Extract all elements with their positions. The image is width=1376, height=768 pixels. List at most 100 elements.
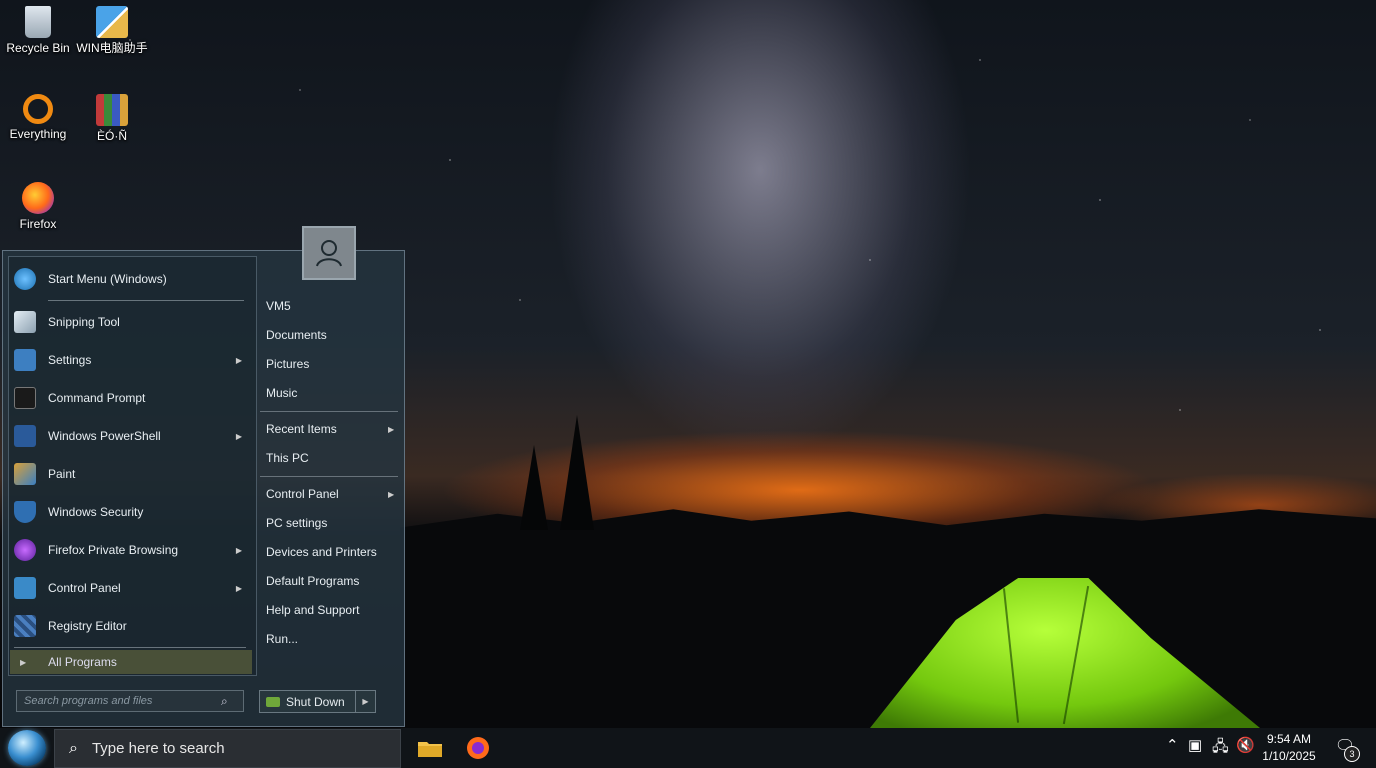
search-icon: ⌕ xyxy=(69,739,78,757)
firefox-icon xyxy=(467,737,489,759)
start-item-control-panel[interactable]: Control Panel ▶ xyxy=(14,574,246,602)
start-item-label: Settings xyxy=(48,353,92,367)
wallpaper-mountains xyxy=(400,509,1376,730)
firefox-private-icon xyxy=(14,539,36,561)
start-item-settings[interactable]: Settings ▶ xyxy=(14,346,246,374)
start-item-label: Snipping Tool xyxy=(48,315,120,329)
desktop-icon-label: Everything xyxy=(9,127,67,141)
clock-time: 9:54 AM xyxy=(1266,732,1312,746)
start-item-label: Firefox Private Browsing xyxy=(48,543,179,557)
start-item-label: Control Panel xyxy=(48,581,121,595)
taskbar-app-file-explorer[interactable] xyxy=(416,734,444,762)
start-item-registry-editor[interactable]: Registry Editor xyxy=(14,612,246,640)
shutdown-control: Shut Down ▶ xyxy=(259,690,376,713)
start-item-snipping-tool[interactable]: Snipping Tool xyxy=(14,308,246,336)
right-item-default-programs[interactable]: Default Programs xyxy=(266,574,359,588)
start-item-label: Paint xyxy=(48,467,76,481)
folder-icon xyxy=(418,742,442,757)
shutdown-button[interactable]: Shut Down xyxy=(260,691,356,712)
desktop-icon-recycle-bin[interactable]: Recycle Bin xyxy=(0,6,76,56)
start-menu-divider xyxy=(14,647,246,648)
desktop-icon-label: Firefox xyxy=(19,217,57,231)
shutdown-options-button[interactable]: ▶ xyxy=(356,697,375,706)
user-avatar[interactable] xyxy=(302,226,356,280)
gear-icon xyxy=(14,349,36,371)
right-item-pictures[interactable]: Pictures xyxy=(266,357,309,371)
desktop-icon-firefox[interactable]: Firefox xyxy=(0,182,76,232)
right-item-documents[interactable]: Documents xyxy=(266,328,327,342)
start-item-label: Windows Security xyxy=(48,505,144,519)
start-item-label: Start Menu (Windows) xyxy=(48,272,167,286)
wallpaper-tree xyxy=(520,445,548,530)
scissors-icon xyxy=(14,311,36,333)
taskbar-search-box[interactable]: ⌕ xyxy=(54,729,401,768)
volume-muted-icon[interactable]: 🔇 xyxy=(1236,736,1255,754)
recycle-bin-icon xyxy=(25,6,51,38)
archive-app-icon xyxy=(96,94,128,126)
show-hidden-icons-chevron[interactable]: ⌃ xyxy=(1166,736,1179,754)
desktop-icon-label: WIN电脑助手 xyxy=(76,41,148,55)
notification-count-badge: 3 xyxy=(1344,746,1360,762)
right-item-control-panel[interactable]: Control Panel xyxy=(266,487,339,501)
right-item-help-and-support[interactable]: Help and Support xyxy=(266,603,359,617)
expand-arrow-icon: ▶ xyxy=(20,657,27,667)
notification-center-button[interactable]: 🗨 3 xyxy=(1333,736,1360,762)
desktop-icon-label: ÈÓ·Ñ xyxy=(97,129,127,143)
start-item-windows-powershell[interactable]: Windows PowerShell ▶ xyxy=(14,422,246,450)
right-pane-divider xyxy=(260,411,398,412)
right-item-this-pc[interactable]: This PC xyxy=(266,451,309,465)
terminal-icon xyxy=(14,387,36,409)
taskbar-search-input[interactable] xyxy=(89,739,394,758)
right-item-recent-items[interactable]: Recent Items xyxy=(266,422,337,436)
powershell-icon xyxy=(14,425,36,447)
desktop-icon-label: Recycle Bin xyxy=(6,41,70,55)
start-item-start-menu-windows[interactable]: Start Menu (Windows) xyxy=(14,265,246,293)
start-item-firefox-private-browsing[interactable]: Firefox Private Browsing ▶ xyxy=(14,536,246,564)
shield-icon xyxy=(14,501,36,523)
start-button[interactable] xyxy=(8,730,46,766)
start-item-label: Command Prompt xyxy=(48,391,146,405)
right-item-devices-and-printers[interactable]: Devices and Printers xyxy=(266,545,377,559)
right-item-vm5[interactable]: VM5 xyxy=(266,299,291,313)
registry-icon xyxy=(14,615,36,637)
shutdown-label: Shut Down xyxy=(286,694,345,709)
search-icon[interactable]: ⌕ xyxy=(221,694,228,709)
taskbar-app-firefox[interactable] xyxy=(464,734,492,762)
security-tray-icon[interactable]: ▣ xyxy=(1188,736,1202,754)
submenu-arrow-icon: ▶ xyxy=(388,425,395,434)
right-item-run[interactable]: Run... xyxy=(266,632,298,646)
submenu-arrow-icon: ▶ xyxy=(388,490,395,499)
right-item-music[interactable]: Music xyxy=(266,386,297,400)
right-pane-divider xyxy=(260,476,398,477)
submenu-arrow-icon: ▶ xyxy=(235,583,242,593)
shutdown-icon xyxy=(266,696,280,707)
start-search-input[interactable] xyxy=(17,694,221,708)
desktop-icon-archive-app[interactable]: ÈÓ·Ñ xyxy=(74,94,150,144)
desktop-icon-everything[interactable]: Everything xyxy=(0,94,76,142)
firefox-icon xyxy=(22,182,54,214)
start-item-windows-security[interactable]: Windows Security xyxy=(14,498,246,526)
network-icon[interactable]: 🖧 xyxy=(1212,736,1229,761)
clock-date: 1/10/2025 xyxy=(1262,749,1316,763)
start-item-command-prompt[interactable]: Command Prompt xyxy=(14,384,246,412)
submenu-arrow-icon: ▶ xyxy=(235,355,242,365)
start-item-paint[interactable]: Paint xyxy=(14,460,246,488)
all-programs-button[interactable]: ▶ All Programs xyxy=(10,650,252,674)
start-search-box[interactable]: ⌕ xyxy=(16,690,244,712)
start-item-label: Registry Editor xyxy=(48,619,127,633)
submenu-arrow-icon: ▶ xyxy=(235,545,242,555)
start-item-label: Windows PowerShell xyxy=(48,429,161,443)
start-menu-icon xyxy=(14,268,36,290)
right-item-pc-settings[interactable]: PC settings xyxy=(266,516,327,530)
everything-search-icon xyxy=(23,94,53,124)
system-clock[interactable]: 9:54 AM 1/10/2025 xyxy=(1256,731,1322,765)
control-panel-icon xyxy=(14,577,36,599)
paint-icon xyxy=(14,463,36,485)
start-menu-divider xyxy=(48,300,244,301)
user-silhouette-icon xyxy=(316,240,342,267)
wallpaper-tree xyxy=(560,415,594,530)
all-programs-label: All Programs xyxy=(48,655,117,669)
desktop-icon-win-assistant[interactable]: WIN电脑助手 xyxy=(74,6,150,56)
win-assistant-icon xyxy=(96,6,128,38)
submenu-arrow-icon: ▶ xyxy=(235,431,242,441)
